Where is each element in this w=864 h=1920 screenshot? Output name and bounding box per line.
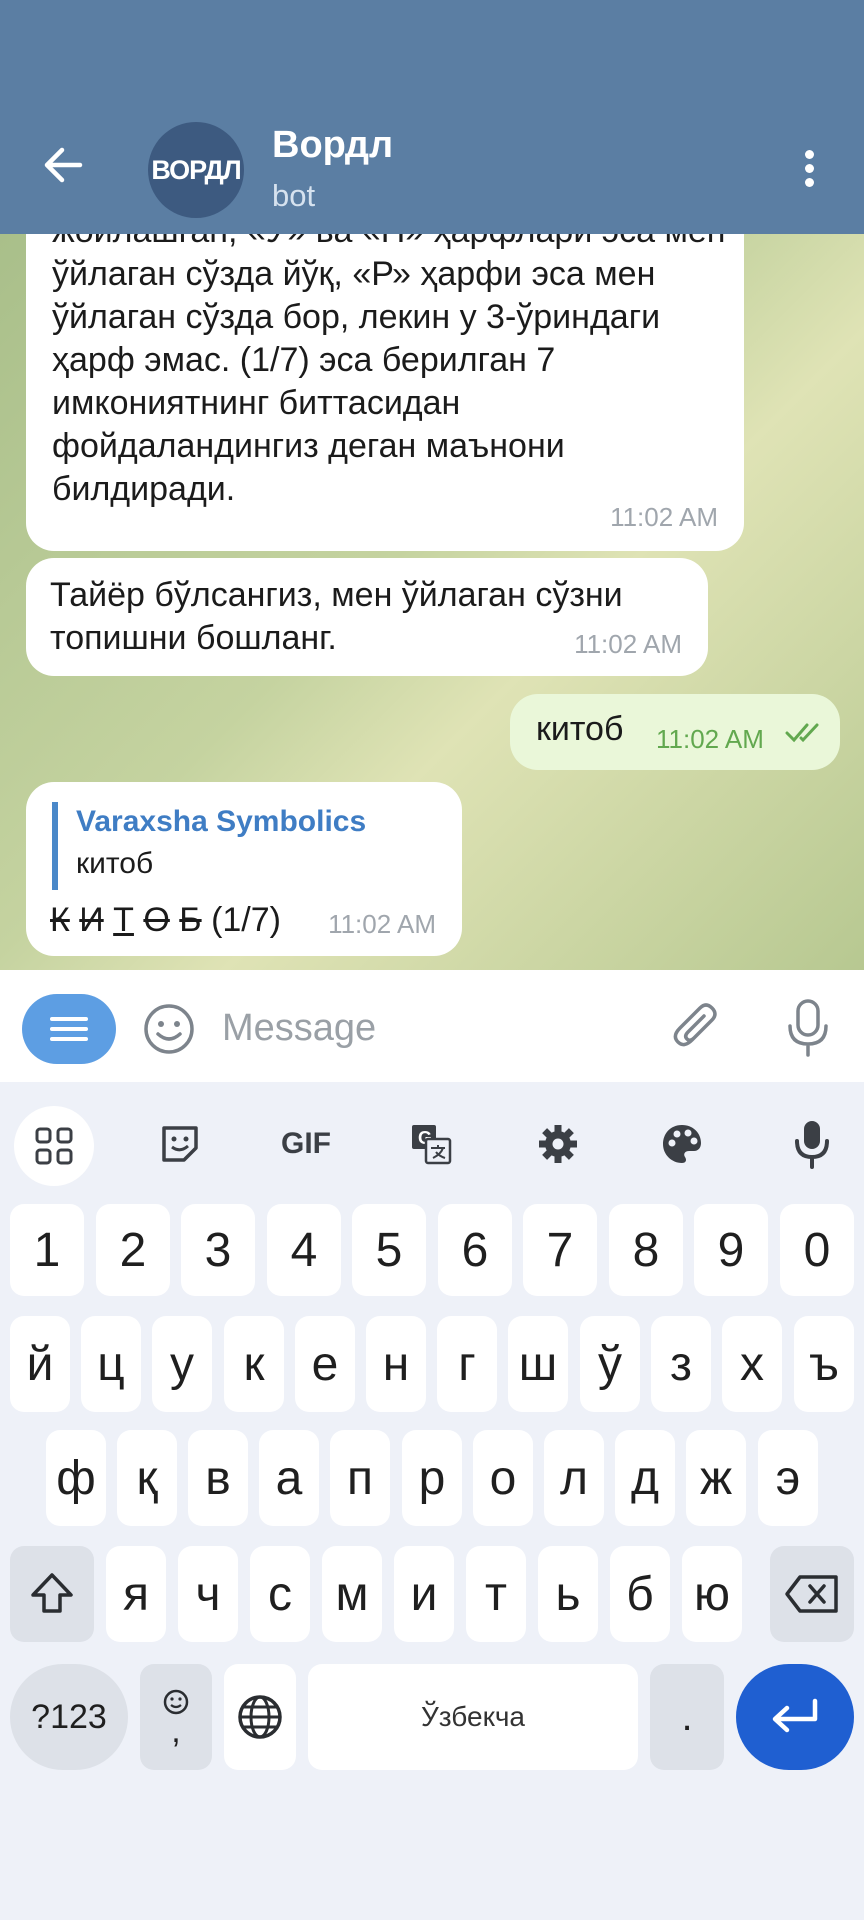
emoji-comma-key[interactable]: , (140, 1664, 212, 1770)
key-letter[interactable]: д (615, 1430, 675, 1526)
key-9[interactable]: 9 (694, 1204, 768, 1296)
key-letter[interactable]: о (473, 1430, 533, 1526)
key-0[interactable]: 0 (780, 1204, 854, 1296)
message-input-bar (0, 970, 864, 1082)
key-letter[interactable]: я (106, 1546, 166, 1642)
key-letter[interactable]: б (610, 1546, 670, 1642)
key-letter[interactable]: ц (81, 1316, 141, 1412)
key-letter[interactable]: н (366, 1316, 426, 1412)
theme-palette-icon[interactable] (654, 1116, 710, 1172)
chat-header: ВОРДЛ Вордл bot (0, 0, 864, 234)
message-time: 11:02 AM (574, 629, 682, 659)
period-key[interactable]: . (650, 1664, 724, 1770)
translate-icon[interactable]: G (403, 1116, 459, 1172)
key-letter[interactable]: в (188, 1430, 248, 1526)
key-8[interactable]: 8 (609, 1204, 683, 1296)
letter-absent: К (50, 901, 70, 939)
key-letter[interactable]: ь (538, 1546, 598, 1642)
apps-grid-icon[interactable] (14, 1106, 94, 1186)
message-bubble[interactable]: Varaxsha Symbolics китоб К И Т О Б (1/7)… (26, 782, 462, 956)
letter-absent: И (79, 901, 104, 939)
sticker-icon[interactable] (152, 1116, 208, 1172)
key-4[interactable]: 4 (267, 1204, 341, 1296)
key-letter[interactable]: қ (117, 1430, 177, 1526)
language-key[interactable] (224, 1664, 296, 1770)
reply-author: Varaxsha Symbolics (76, 805, 367, 838)
key-letter[interactable]: с (250, 1546, 310, 1642)
more-options-icon[interactable] (796, 150, 822, 192)
enter-key[interactable] (736, 1664, 854, 1770)
key-letter[interactable]: к (224, 1316, 284, 1412)
settings-gear-icon[interactable] (530, 1116, 586, 1172)
key-5[interactable]: 5 (352, 1204, 426, 1296)
key-letter[interactable]: з (651, 1316, 711, 1412)
bot-avatar[interactable]: ВОРДЛ (148, 122, 244, 218)
bot-menu-button[interactable] (22, 994, 116, 1064)
key-7[interactable]: 7 (523, 1204, 597, 1296)
key-letter[interactable]: э (758, 1430, 818, 1526)
message-time: 11:02 AM (610, 502, 718, 532)
message-text: жойлашган, «Ў» ва «Н» ҳарфлари эса мен ў… (52, 234, 726, 508)
microphone-icon[interactable] (786, 998, 830, 1058)
reply-text: китоб (76, 847, 154, 880)
comma-label: , (171, 1712, 181, 1750)
key-letter[interactable]: ф (46, 1430, 106, 1526)
key-letter[interactable]: т (466, 1546, 526, 1642)
message-time: 11:02 AM (656, 724, 764, 754)
shift-key[interactable] (10, 1546, 94, 1642)
key-6[interactable]: 6 (438, 1204, 512, 1296)
key-letter[interactable]: г (437, 1316, 497, 1412)
key-2[interactable]: 2 (96, 1204, 170, 1296)
key-letter[interactable]: х (722, 1316, 782, 1412)
backspace-key[interactable] (770, 1546, 854, 1642)
message-list[interactable]: жойлашган, «Ў» ва «Н» ҳарфлари эса мен ў… (0, 234, 864, 970)
key-letter[interactable]: м (322, 1546, 382, 1642)
key-letter[interactable]: е (295, 1316, 355, 1412)
read-checkmarks-icon (785, 723, 819, 743)
message-bubble[interactable]: Тайёр бўлсангиз, мен ўйлаган сўзни топиш… (26, 558, 708, 676)
key-letter[interactable]: ш (508, 1316, 568, 1412)
letter-absent: О (143, 901, 170, 939)
key-letter[interactable]: ю (682, 1546, 742, 1642)
emoji-icon[interactable] (142, 1002, 196, 1056)
key-letter[interactable]: р (402, 1430, 462, 1526)
chat-title[interactable]: Вордл (272, 124, 393, 167)
message-input[interactable] (222, 1000, 642, 1056)
key-letter[interactable]: ъ (794, 1316, 854, 1412)
guess-result: К И Т О Б (1/7) (50, 898, 281, 942)
soft-keyboard: GIF G 1 2 3 4 5 6 7 8 9 0 й ц у к е н г … (0, 1082, 864, 1920)
menu-icon (50, 1011, 88, 1047)
key-letter[interactable]: п (330, 1430, 390, 1526)
key-3[interactable]: 3 (181, 1204, 255, 1296)
key-letter[interactable]: у (152, 1316, 212, 1412)
symbols-key[interactable]: ?123 (10, 1664, 128, 1770)
reply-quote[interactable]: Varaxsha Symbolics китоб (52, 802, 412, 890)
globe-icon (238, 1695, 282, 1739)
letter-absent: Б (179, 901, 202, 939)
space-key[interactable]: Ўзбекча (308, 1664, 638, 1770)
voice-input-icon[interactable] (784, 1116, 840, 1172)
key-letter[interactable]: ж (686, 1430, 746, 1526)
attempt-count: (1/7) (211, 901, 281, 939)
message-bubble[interactable]: жойлашган, «Ў» ва «Н» ҳарфлари эса мен ў… (26, 234, 744, 551)
key-letter[interactable]: й (10, 1316, 70, 1412)
letter-present: Т (113, 901, 134, 939)
outgoing-message-bubble[interactable]: китоб 11:02 AM (510, 694, 840, 770)
key-letter[interactable]: и (394, 1546, 454, 1642)
message-time: 11:02 AM (328, 909, 436, 939)
shift-arrow-icon (31, 1573, 73, 1613)
key-letter[interactable]: л (544, 1430, 604, 1526)
key-letter[interactable]: а (259, 1430, 319, 1526)
gif-button[interactable]: GIF (276, 1116, 336, 1172)
enter-arrow-icon (772, 1698, 818, 1733)
attach-icon[interactable] (672, 1000, 722, 1056)
message-text: китоб (536, 710, 624, 748)
back-arrow-icon[interactable] (40, 142, 86, 188)
key-letter[interactable]: ў (580, 1316, 640, 1412)
key-1[interactable]: 1 (10, 1204, 84, 1296)
key-letter[interactable]: ч (178, 1546, 238, 1642)
chat-subtitle: bot (272, 178, 316, 213)
backspace-icon (785, 1575, 838, 1613)
